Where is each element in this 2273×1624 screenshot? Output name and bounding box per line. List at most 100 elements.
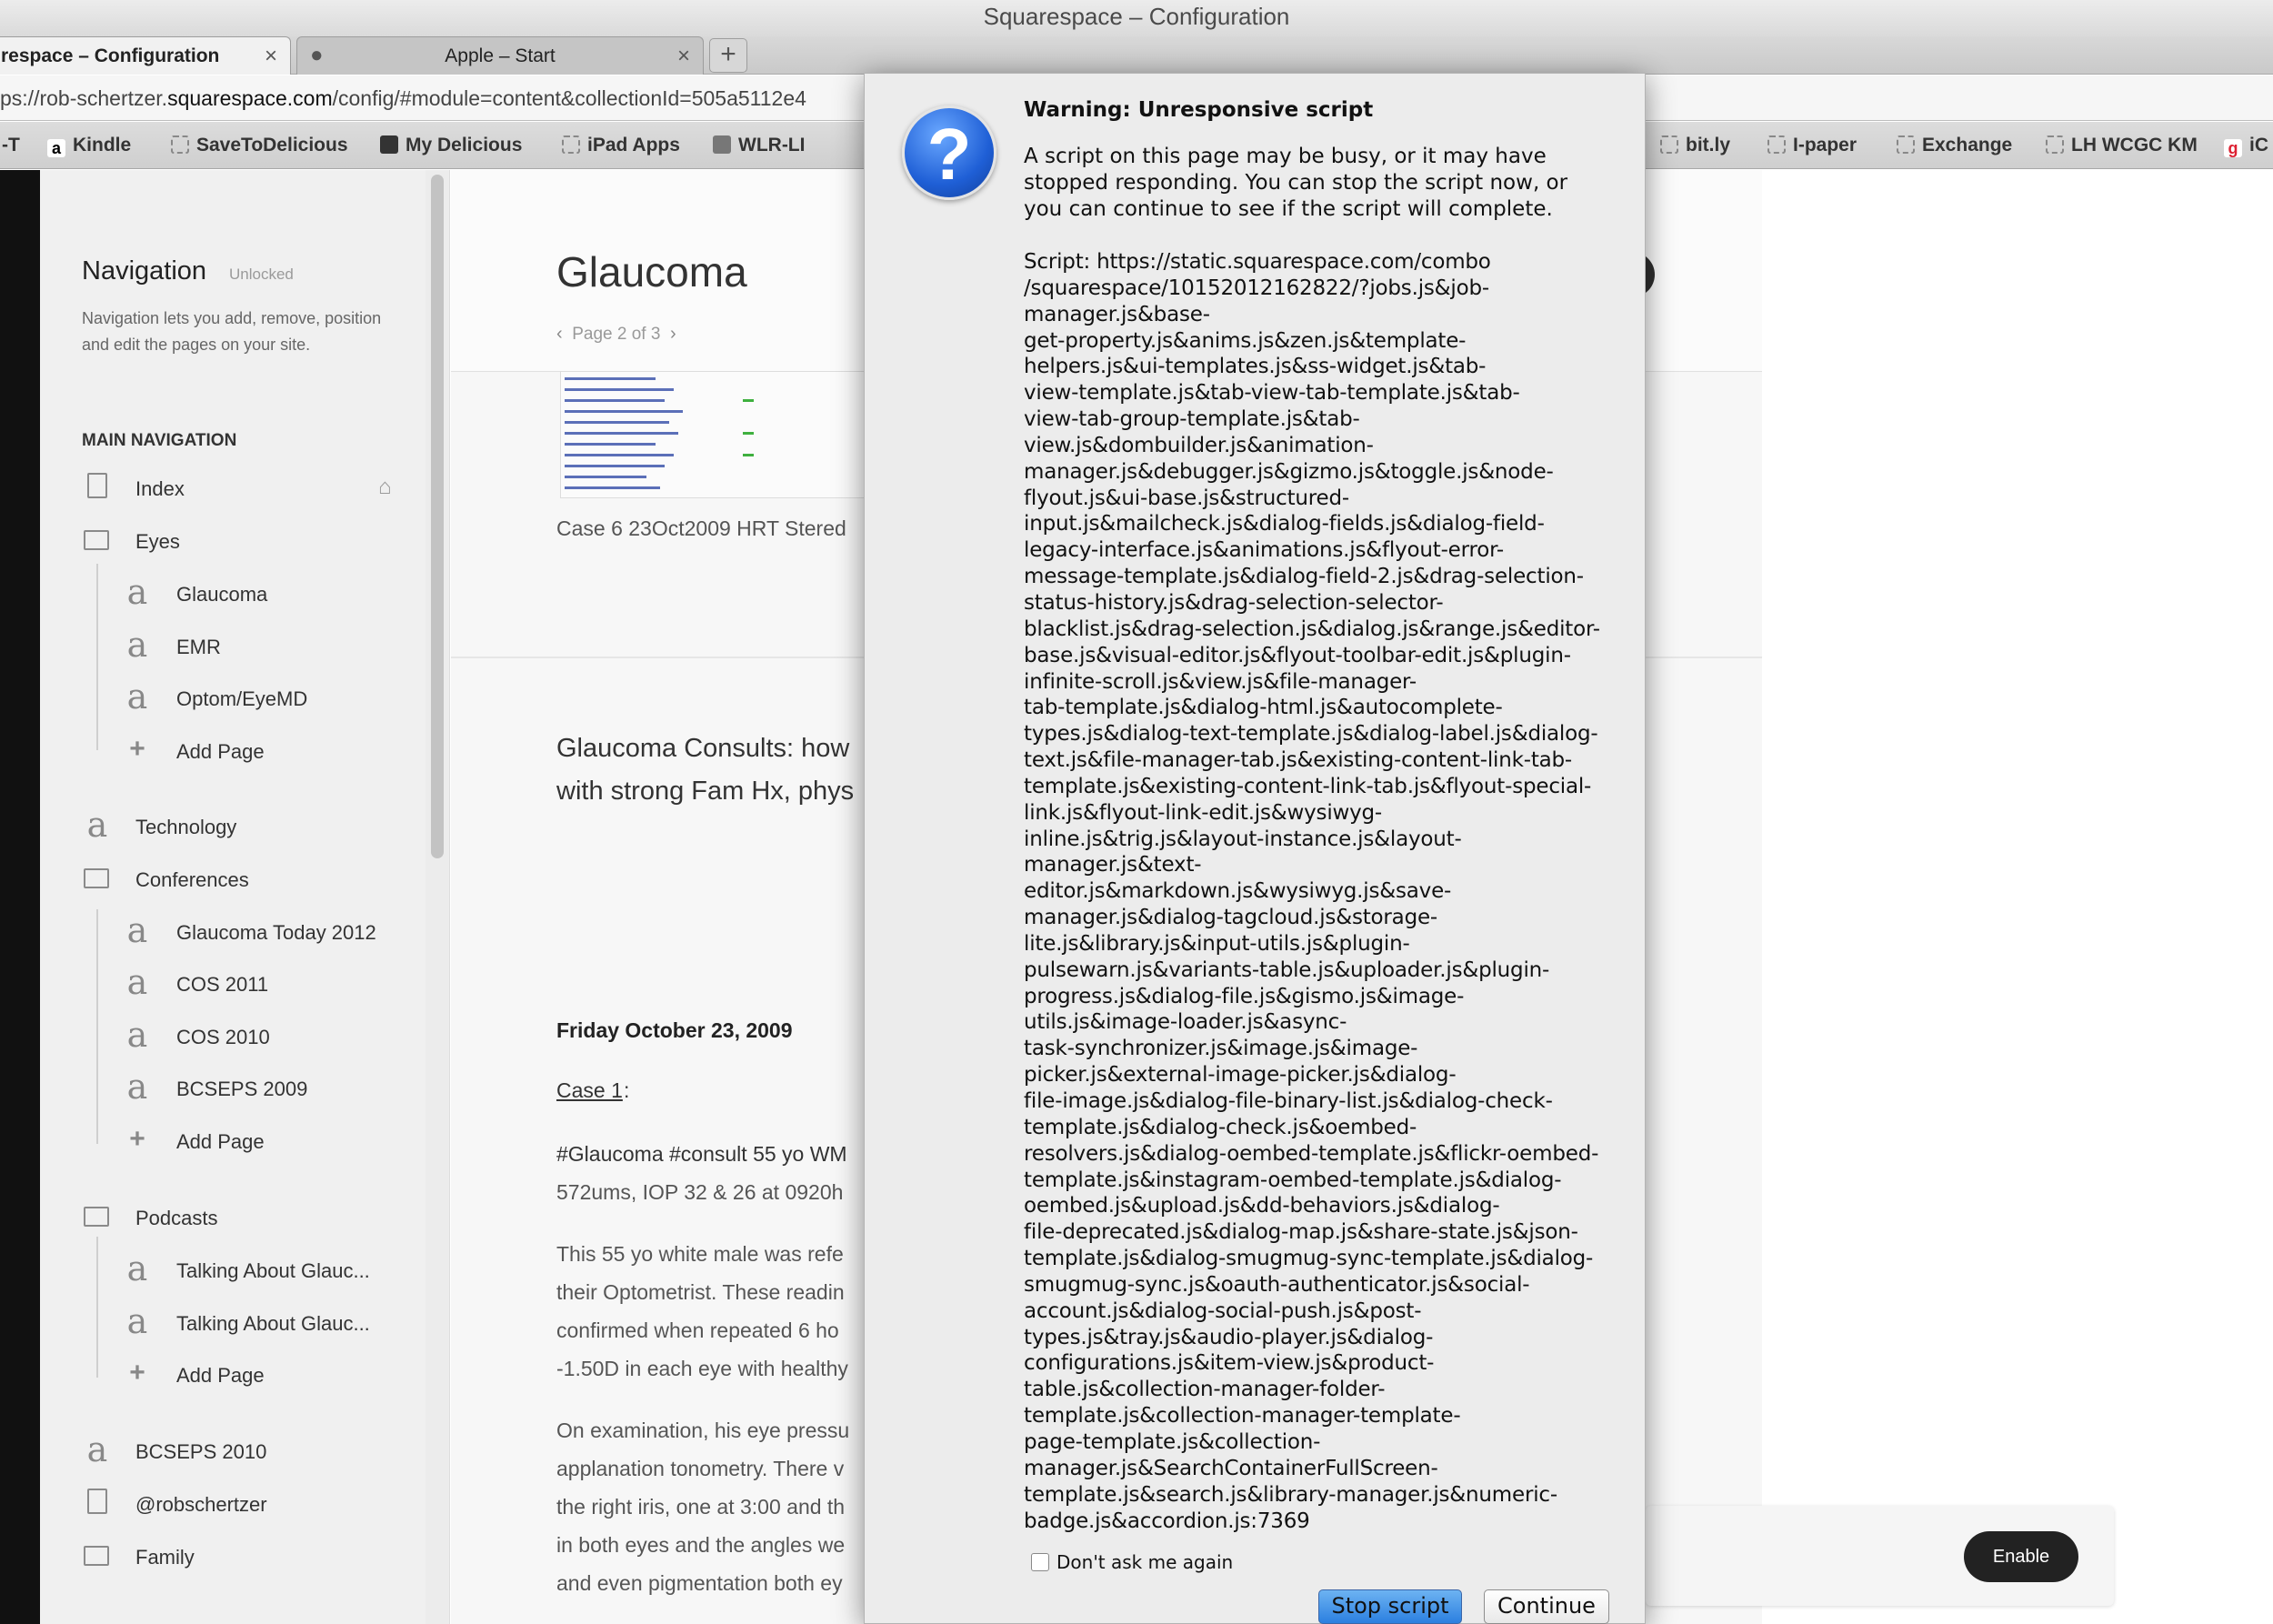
close-tab-icon[interactable]: ×: [677, 44, 690, 69]
script-url-line: get-property.js&anims.js&zen.js&template…: [1024, 328, 1467, 353]
sidebar-item-label: Glaucoma: [176, 583, 268, 606]
script-url-line: template.js&dialog-check.js&oembed-: [1024, 1115, 1417, 1139]
page-icon: [87, 473, 107, 498]
bookmark-lh-wcgc-km[interactable]: LH WCGC KM: [2046, 135, 2198, 156]
case-link[interactable]: Case 1: [556, 1078, 623, 1103]
script-url-line: manager.js&base-: [1024, 302, 1210, 326]
text-page-icon: a: [126, 962, 148, 1002]
sidebar-item-label: Technology: [135, 816, 237, 838]
bookmark-ipad-apps[interactable]: iPad Apps: [562, 135, 680, 156]
bookmark-label: WLR-LI: [738, 135, 806, 155]
url-field[interactable]: ps://rob-schertzer.squarespace.com/confi…: [0, 86, 900, 115]
sidebar-item-podcasts[interactable]: Podcasts: [40, 1195, 426, 1240]
folder-icon: [1897, 135, 1915, 154]
script-url-line: page-template.js&collection-: [1024, 1429, 1321, 1454]
stop-script-button[interactable]: Stop script: [1318, 1589, 1462, 1624]
folder-icon: [1660, 135, 1678, 154]
sidebar-item-bcseps-2009[interactable]: a BCSEPS 2009: [40, 1066, 426, 1111]
page-indicator: Page 2 of 3: [572, 325, 661, 344]
sidebar-item-label: Glaucoma Today 2012: [176, 921, 376, 944]
bookmark-label: bit.ly: [1686, 135, 1731, 155]
script-url-line: lite.js&library.js&input-utils.js&plugin…: [1024, 931, 1410, 956]
script-url-line: template.js&existing-content-link-tab.js…: [1024, 774, 1592, 798]
tab-apple-start[interactable]: ● Apple – Start ×: [296, 36, 704, 75]
bookmark-ic[interactable]: g iC: [2224, 135, 2268, 157]
sidebar-item-label: BCSEPS 2009: [176, 1078, 308, 1100]
navigation-lock-status[interactable]: Unlocked: [229, 266, 294, 284]
sidebar-item-technology[interactable]: a Technology: [40, 804, 426, 849]
chevron-left-icon[interactable]: ‹: [556, 324, 563, 344]
script-url-line: legacy-interface.js&animations.js&flyout…: [1024, 538, 1504, 563]
tab-squarespace-configuration[interactable]: respace – Configuration ×: [0, 36, 291, 75]
bookmark-label: My Delicious: [406, 135, 523, 155]
bookmark-item[interactable]: -T: [2, 135, 20, 156]
sidebar-item-label: Podcasts: [135, 1207, 218, 1229]
sidebar-item-cos-2010[interactable]: a COS 2010: [40, 1014, 426, 1059]
amazon-icon: a: [47, 139, 65, 157]
sidebar-item-emr[interactable]: a EMR: [40, 624, 426, 669]
add-page-button[interactable]: + Add Page: [40, 728, 426, 774]
bookmark-wlr-li[interactable]: WLR-LI: [713, 135, 805, 156]
sidebar-item-family[interactable]: Family: [40, 1534, 426, 1579]
sidebar-item-label: Talking About Glauc...: [176, 1259, 370, 1282]
dont-ask-again-row[interactable]: Don't ask me again: [1031, 1551, 1233, 1573]
sidebar-item-bcseps-2010[interactable]: a BCSEPS 2010: [40, 1429, 426, 1474]
sidebar-item-glaucoma-today-2012[interactable]: a Glaucoma Today 2012: [40, 909, 426, 955]
delicious-icon: [380, 135, 398, 154]
sidebar-item-talking-about-glaucoma-1[interactable]: a Talking About Glauc...: [40, 1248, 426, 1293]
dont-ask-again-checkbox[interactable]: [1031, 1553, 1049, 1571]
chevron-right-icon[interactable]: ›: [670, 324, 676, 344]
window-title: Squarespace – Configuration: [983, 3, 1290, 30]
bookmark-label: iC: [2249, 135, 2268, 155]
dialog-script-url: Script: https://static.squarespace.com/c…: [1024, 249, 1600, 1534]
script-url-line: manager.js&dialog-tagcloud.js&storage-: [1024, 906, 1438, 930]
script-url-line: view.js&dombuilder.js&animation-: [1024, 433, 1374, 457]
sidebar-item-talking-about-glaucoma-2[interactable]: a Talking About Glauc...: [40, 1300, 426, 1346]
consult-line: Glaucoma Consults: how: [556, 734, 850, 763]
body-text-line: and even pigmentation both ey: [556, 1571, 843, 1595]
google-icon: g: [2224, 139, 2242, 157]
script-url-line: resolvers.js&dialog-oembed-template.js&f…: [1024, 1141, 1599, 1166]
sidebar-item-index[interactable]: Index ⌂: [40, 466, 426, 511]
sidebar-item-optom-eyemd[interactable]: a Optom/EyeMD: [40, 676, 426, 721]
bookmark-i-paper[interactable]: I-paper: [1767, 135, 1857, 156]
consult-line: with strong Fam Hx, phys: [556, 777, 855, 806]
script-url-line: editor.js&markdown.js&wysiwyg.js&save-: [1024, 879, 1452, 904]
script-url-line: template.js&collection-manager-template-: [1024, 1404, 1461, 1429]
sidebar-item-glaucoma[interactable]: a Glaucoma: [40, 571, 426, 617]
folder-icon: [84, 868, 109, 888]
bookmark-bitly[interactable]: bit.ly: [1660, 135, 1730, 156]
sidebar-item-label: Family: [135, 1546, 195, 1569]
new-tab-button[interactable]: +: [709, 38, 747, 73]
text-page-icon: a: [126, 625, 148, 665]
body-text-line: #Glaucoma #consult 55 yo WM: [556, 1142, 847, 1166]
script-url-line: view-tab-group-template.js&tab-: [1024, 407, 1360, 432]
image-thumbnail[interactable]: [560, 371, 865, 498]
script-url-line: smugmug-sync.js&oauth-authenticator.js&s…: [1024, 1272, 1530, 1297]
sidebar-item-conferences[interactable]: Conferences: [40, 857, 426, 902]
add-page-button[interactable]: + Add Page: [40, 1118, 426, 1164]
bookmark-label: LH WCGC KM: [2071, 135, 2198, 155]
bookmark-savetodelicious[interactable]: SaveToDelicious: [171, 135, 348, 156]
add-page-button[interactable]: + Add Page: [40, 1352, 426, 1398]
dialog-message-line: you can continue to see if the script wi…: [1024, 197, 1553, 221]
tab-label: respace – Configuration: [1, 45, 220, 66]
enable-button[interactable]: Enable: [1964, 1531, 2078, 1582]
bookmark-exchange[interactable]: Exchange: [1897, 135, 2012, 156]
dialog-title: Warning: Unresponsive script: [1024, 98, 1374, 122]
folder-icon: [84, 1546, 109, 1566]
close-tab-icon[interactable]: ×: [265, 44, 277, 69]
sidebar-item-label: Add Page: [176, 740, 265, 763]
bookmark-kindle[interactable]: a Kindle: [47, 135, 131, 157]
sidebar-item-eyes[interactable]: Eyes: [40, 518, 426, 564]
script-url-line: task-synchronizer.js&image.js&image-: [1024, 1037, 1418, 1061]
bookmark-my-delicious[interactable]: My Delicious: [380, 135, 522, 156]
sidebar-item-cos-2011[interactable]: a COS 2011: [40, 961, 426, 1007]
sidebar-item-label: Talking About Glauc...: [176, 1312, 370, 1335]
folder-icon: [171, 135, 189, 154]
sidebar-item-label: @robschertzer: [135, 1493, 267, 1516]
sidebar-scrollbar[interactable]: [431, 175, 444, 858]
sidebar-item-robschertzer[interactable]: @robschertzer: [40, 1481, 426, 1527]
continue-button[interactable]: Continue: [1484, 1589, 1609, 1624]
script-url-line: tab-template.js&dialog-html.js&autocompl…: [1024, 696, 1503, 720]
